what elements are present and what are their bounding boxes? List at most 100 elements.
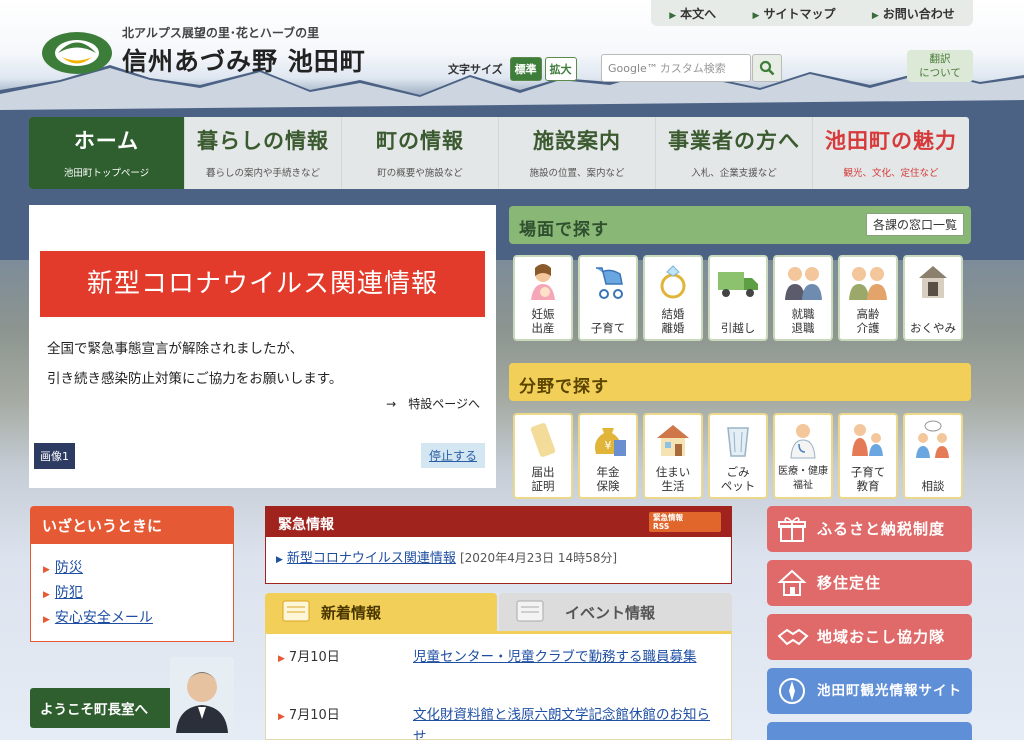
tile-childcare[interactable]: 子育て: [578, 255, 638, 341]
nav-title: 事業者の方へ: [668, 129, 800, 153]
emergency-links-list: ▶ 防災 ▶ 防犯 ▶ 安心安全メール: [30, 544, 234, 642]
logo-title: 信州あづみ野 池田町: [122, 47, 366, 76]
tile-housing[interactable]: 住まい 生活: [643, 413, 703, 499]
search-brand: Google™: [608, 61, 658, 75]
nav-attractions[interactable]: 池田町の魅力 観光、文化、定住など: [813, 117, 969, 189]
mayor-photo: [170, 657, 234, 733]
font-size-control: 文字サイズ 標準 拡大: [448, 55, 577, 83]
slideshow-panel: 新型コロナウイルス関連情報 全国で緊急事態宣言が解除されましたが、 引き続き感染…: [29, 205, 496, 488]
tab-news[interactable]: 新着情報: [265, 593, 497, 631]
nav-title: 池田町の魅力: [825, 129, 957, 153]
tile-elderly-care[interactable]: 高齢 介護: [838, 255, 898, 341]
tile-label: 妊娠: [531, 307, 555, 321]
link-label: 安心安全メール: [54, 610, 153, 626]
tile-pregnancy[interactable]: 妊娠 出産: [513, 255, 573, 341]
relocation-banner[interactable]: 移住定住: [767, 560, 972, 606]
nav-business[interactable]: 事業者の方へ 入札、企業支援など: [656, 117, 813, 189]
handshake-icon: [777, 628, 809, 646]
tile-pension[interactable]: ¥ 年金 保険: [578, 413, 638, 499]
translate-label-sub: について: [919, 67, 961, 79]
tourism-site-banner[interactable]: 池田町観光情報サイト: [767, 668, 972, 714]
consultation-icon: [916, 420, 949, 458]
slide-indicator[interactable]: 画像1: [34, 443, 75, 469]
contact-link[interactable]: ▶ お問い合わせ: [872, 5, 955, 22]
slide-text-line-2: 引き続き感染防止対策にご協力をお願いします。: [47, 371, 343, 387]
next-banner[interactable]: [767, 722, 972, 740]
house-icon: [777, 569, 807, 596]
search-input[interactable]: Google™ カスタム検索: [601, 54, 751, 82]
money-bag-icon: ¥: [595, 428, 626, 456]
tile-employment[interactable]: 就職 退職: [773, 255, 833, 341]
crime-prevention-link[interactable]: ▶ 防犯: [43, 582, 221, 602]
search-button[interactable]: [752, 54, 782, 82]
tile-education[interactable]: 子育て 教育: [838, 413, 898, 499]
tile-label: 子育て: [850, 465, 886, 479]
tab-label: 新着情報: [321, 604, 382, 622]
search-placeholder: カスタム検索: [659, 62, 726, 75]
community-corps-banner[interactable]: 地域おこし協力隊: [767, 614, 972, 660]
tile-label: 教育: [856, 479, 880, 493]
section-title: 分野で探す: [519, 377, 609, 397]
font-size-standard-button[interactable]: 標準: [509, 57, 542, 81]
nav-town-info[interactable]: 町の情報 町の概要や施設など: [342, 117, 499, 189]
tab-label: イベント情報: [565, 604, 656, 622]
tile-label: 医療・健康: [778, 466, 828, 477]
skip-to-content-link[interactable]: ▶ 本文へ: [669, 5, 716, 22]
tile-label: 離婚: [661, 321, 685, 335]
banner-label: 地域おこし協力隊: [817, 628, 946, 646]
tile-label: 住まい: [655, 465, 691, 479]
nav-sub: 暮らしの案内や手続きなど: [205, 168, 320, 179]
slide-text-line-1: 全国で緊急事態宣言が解除されましたが、: [47, 341, 304, 357]
tile-garbage[interactable]: ごみ ペット: [708, 413, 768, 499]
nav-living-info[interactable]: 暮らしの情報 暮らしの案内や手続きなど: [185, 117, 342, 189]
rss-button[interactable]: 緊急情報 RSS: [649, 512, 721, 532]
font-size-large-button[interactable]: 拡大: [544, 57, 577, 81]
news-title-link[interactable]: 文化財資料館と浅原六朗文学記念館休館のお知らせ: [413, 704, 718, 740]
banner-label: ふるさと納税制度: [817, 520, 946, 538]
department-list-link[interactable]: 各課の窓口一覧: [865, 213, 964, 236]
nav-facilities[interactable]: 施設案内 施設の位置、案内など: [499, 117, 656, 189]
covid-banner[interactable]: 新型コロナウイルス関連情報: [40, 251, 485, 317]
safety-mail-link[interactable]: ▶ 安心安全メール: [43, 607, 221, 627]
tile-medical[interactable]: 医療・健康 福祉: [773, 413, 833, 499]
nav-sub: 池田町トップページ: [63, 168, 150, 179]
tile-label: ごみ: [726, 465, 750, 479]
tile-condolences[interactable]: おくやみ: [903, 255, 963, 341]
search-by-field-header: 分野で探す: [509, 363, 971, 401]
site-logo[interactable]: 北アルプス展望の里･花とハーブの里 信州あづみ野 池田町: [40, 20, 400, 80]
emergency-info-header: 緊急情報 緊急情報 RSS: [266, 507, 731, 537]
tile-consultation[interactable]: 相談: [903, 413, 963, 499]
nav-title: 施設案内: [533, 129, 621, 153]
rss-label-sub: RSS: [653, 522, 670, 531]
translate-link[interactable]: 翻訳 について: [907, 50, 973, 82]
search-by-scene-header: 場面で探す 各課の窓口一覧: [509, 206, 971, 244]
tile-marriage[interactable]: 結婚 離婚: [643, 255, 703, 341]
event-icon: [516, 600, 544, 622]
sitemap-link[interactable]: ▶ サイトマップ: [753, 5, 836, 22]
section-title: 場面で探す: [519, 220, 609, 240]
tile-label: 生活: [661, 479, 685, 493]
shrine-icon: [919, 266, 947, 298]
svg-text:¥: ¥: [605, 439, 612, 452]
truck-icon: [718, 272, 758, 297]
tile-label: 子育て: [590, 321, 626, 335]
tile-certificates[interactable]: 届出 証明: [513, 413, 573, 499]
disaster-prevention-link[interactable]: ▶ 防災: [43, 557, 221, 577]
top-links-bar: ▶ 本文へ ▶ サイトマップ ▶ お問い合わせ: [651, 0, 973, 26]
pregnancy-icon: [531, 264, 555, 300]
special-page-link[interactable]: → 特設ページへ: [386, 395, 480, 412]
news-title-link[interactable]: 児童センター・児童クラブで勤務する職員募集: [413, 646, 718, 668]
furusato-tax-banner[interactable]: ふるさと納税制度: [767, 506, 972, 552]
house-icon: [657, 425, 689, 456]
nav-home[interactable]: ホーム 池田町トップページ: [29, 117, 185, 189]
news-date: 7月10日: [288, 708, 340, 723]
nav-title: 町の情報: [376, 129, 464, 153]
tile-label: 引越し: [720, 321, 756, 335]
emergency-info-link[interactable]: 新型コロナウイルス関連情報: [287, 551, 456, 566]
tile-label: 就職: [791, 307, 815, 321]
news-date-wrap: ▶ 7月10日: [278, 650, 340, 665]
slideshow-stop-button[interactable]: 停止する: [421, 443, 486, 468]
logo-tagline: 北アルプス展望の里･花とハーブの里: [122, 26, 320, 40]
tab-events[interactable]: イベント情報: [499, 593, 732, 631]
tile-moving[interactable]: 引越し: [708, 255, 768, 341]
